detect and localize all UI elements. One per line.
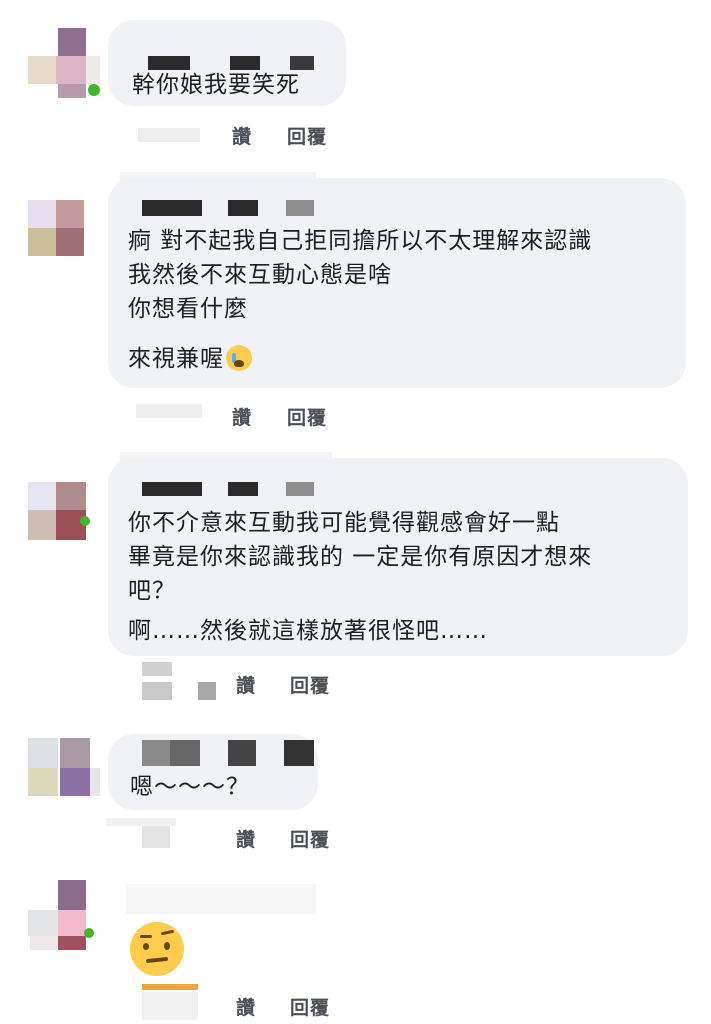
reply-button[interactable]: 回覆 — [290, 993, 330, 1020]
comment-text-line: 你想看什麼 — [128, 296, 248, 322]
comment-text: 嗯～～～？ — [130, 774, 250, 800]
avatar[interactable] — [28, 200, 84, 256]
comment-text-line: 畢竟是你來認識我的 一定是你有原因才想來 — [128, 544, 593, 570]
avatar[interactable] — [28, 880, 94, 950]
like-button[interactable]: 讚 — [232, 403, 252, 430]
comment-text-line: 我然後不來互動心態是啥 — [128, 262, 392, 288]
comment-text: 來視兼喔 — [128, 346, 224, 372]
comment-text-line: 你不介意來互動我可能覺得觀感會好一點 — [128, 510, 560, 536]
comment-text: 幹你娘我要笑死 — [132, 72, 300, 98]
online-status-dot — [88, 84, 100, 96]
comment-text-line: 來視兼喔 — [128, 344, 252, 374]
reply-button[interactable]: 回覆 — [287, 403, 327, 430]
comment-text-line: 啊……然後就這樣放著很怪吧…… — [128, 618, 488, 644]
loudly-crying-face-icon — [226, 345, 252, 371]
reply-button[interactable]: 回覆 — [290, 825, 330, 852]
comment-text-line: 吧？ — [128, 578, 176, 604]
online-status-dot — [80, 516, 90, 526]
like-button[interactable]: 讚 — [232, 122, 252, 149]
online-status-dot — [84, 928, 94, 938]
comment-text-line: 痾 對不起我自己拒同擔所以不太理解來認識 — [128, 228, 593, 254]
like-button[interactable]: 讚 — [236, 671, 256, 698]
like-button[interactable]: 讚 — [236, 993, 256, 1020]
reply-button[interactable]: 回覆 — [290, 671, 330, 698]
avatar[interactable] — [28, 482, 90, 542]
face-with-raised-eyebrow-icon — [130, 922, 184, 976]
avatar[interactable] — [28, 738, 100, 798]
reply-button[interactable]: 回覆 — [287, 122, 327, 149]
avatar[interactable] — [28, 28, 100, 100]
like-button[interactable]: 讚 — [236, 825, 256, 852]
